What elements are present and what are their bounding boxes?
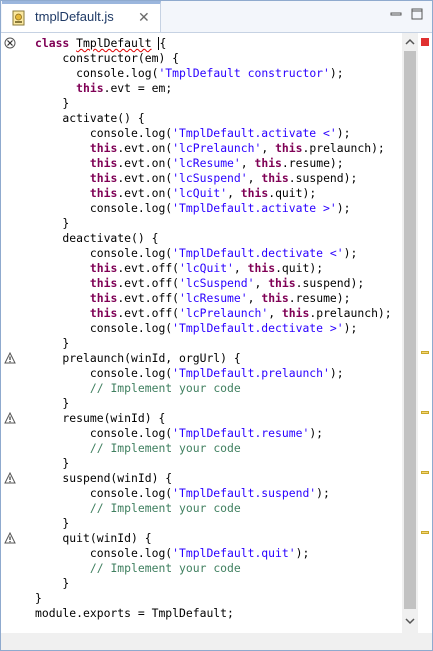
warning-icon[interactable]: [4, 412, 16, 424]
tab-bar: tmplDefault.js ✕: [1, 1, 432, 33]
close-icon[interactable]: ✕: [138, 9, 150, 26]
vertical-scrollbar[interactable]: [402, 33, 418, 633]
error-icon[interactable]: [4, 37, 16, 49]
warning-overview-mark[interactable]: [421, 471, 429, 474]
tab-tmpldefault-js[interactable]: tmplDefault.js ✕: [2, 1, 161, 32]
tab-title: tmplDefault.js: [35, 9, 114, 24]
code-line[interactable]: }: [35, 336, 392, 351]
code-line[interactable]: this.evt.off('lcResume', this.resume);: [35, 291, 392, 306]
code-line[interactable]: // Implement your code: [35, 561, 392, 576]
code-line[interactable]: constructor(em) {: [35, 51, 392, 66]
code-line[interactable]: }: [35, 591, 392, 606]
code-line[interactable]: // Implement your code: [35, 441, 392, 456]
code-line[interactable]: }: [35, 396, 392, 411]
code-line[interactable]: quit(winId) {: [35, 531, 392, 546]
code-line[interactable]: this.evt.on('lcSuspend', this.suspend);: [35, 171, 392, 186]
warning-overview-mark[interactable]: [421, 531, 429, 534]
code-line[interactable]: this.evt.off('lcQuit', this.quit);: [35, 261, 392, 276]
minimize-icon[interactable]: [389, 7, 403, 21]
code-line[interactable]: console.log('TmplDefault.dectivate >');: [35, 321, 392, 336]
error-overview-icon[interactable]: [421, 38, 429, 46]
code-line[interactable]: this.evt = em;: [35, 81, 392, 96]
code-line[interactable]: class TmplDefault {: [35, 36, 392, 51]
code-line[interactable]: console.log('TmplDefault.prelaunch');: [35, 366, 392, 381]
code-line[interactable]: }: [35, 576, 392, 591]
code-line[interactable]: // Implement your code: [35, 381, 392, 396]
code-editor[interactable]: class TmplDefault { constructor(em) { co…: [1, 33, 432, 650]
warning-overview-mark[interactable]: [421, 411, 429, 414]
code-line[interactable]: }: [35, 216, 392, 231]
code-line[interactable]: console.log('TmplDefault.dectivate <');: [35, 246, 392, 261]
code-line[interactable]: this.evt.on('lcResume', this.resume);: [35, 156, 392, 171]
code-line[interactable]: console.log('TmplDefault.activate >');: [35, 201, 392, 216]
warning-icon[interactable]: [4, 472, 16, 484]
code-line[interactable]: console.log('TmplDefault constructor');: [35, 66, 392, 81]
code-line[interactable]: }: [35, 516, 392, 531]
code-area[interactable]: class TmplDefault { constructor(em) { co…: [35, 36, 392, 621]
code-line[interactable]: activate() {: [35, 111, 392, 126]
scroll-up-icon[interactable]: [405, 37, 415, 47]
code-line[interactable]: // Implement your code: [35, 501, 392, 516]
warning-icon[interactable]: [4, 352, 16, 364]
editor-window: tmplDefault.js ✕ class TmplDefault { con…: [0, 0, 433, 651]
warning-overview-mark[interactable]: [421, 351, 429, 354]
overview-ruler[interactable]: [418, 33, 432, 633]
code-line[interactable]: console.log('TmplDefault.resume');: [35, 426, 392, 441]
code-line[interactable]: prelaunch(winId, orgUrl) {: [35, 351, 392, 366]
code-line[interactable]: this.evt.on('lcQuit', this.quit);: [35, 186, 392, 201]
code-line[interactable]: resume(winId) {: [35, 411, 392, 426]
code-line[interactable]: this.evt.on('lcPrelaunch', this.prelaunc…: [35, 141, 392, 156]
code-line[interactable]: this.evt.off('lcPrelaunch', this.prelaun…: [35, 306, 392, 321]
code-line[interactable]: console.log('TmplDefault.suspend');: [35, 486, 392, 501]
js-file-icon: [12, 10, 25, 26]
code-line[interactable]: console.log('TmplDefault.quit');: [35, 546, 392, 561]
annotation-ruler: [1, 33, 25, 633]
code-line[interactable]: module.exports = TmplDefault;: [35, 606, 392, 621]
code-line[interactable]: deactivate() {: [35, 231, 392, 246]
scrollbar-thumb[interactable]: [404, 51, 416, 609]
code-line[interactable]: }: [35, 96, 392, 111]
code-line[interactable]: }: [35, 456, 392, 471]
code-line[interactable]: suspend(winId) {: [35, 471, 392, 486]
horizontal-scrollbar[interactable]: [1, 633, 432, 650]
maximize-icon[interactable]: [410, 7, 424, 21]
scroll-down-icon[interactable]: [405, 616, 415, 626]
code-line[interactable]: this.evt.off('lcSuspend', this.suspend);: [35, 276, 392, 291]
code-line[interactable]: console.log('TmplDefault.activate <');: [35, 126, 392, 141]
warning-icon[interactable]: [4, 532, 16, 544]
